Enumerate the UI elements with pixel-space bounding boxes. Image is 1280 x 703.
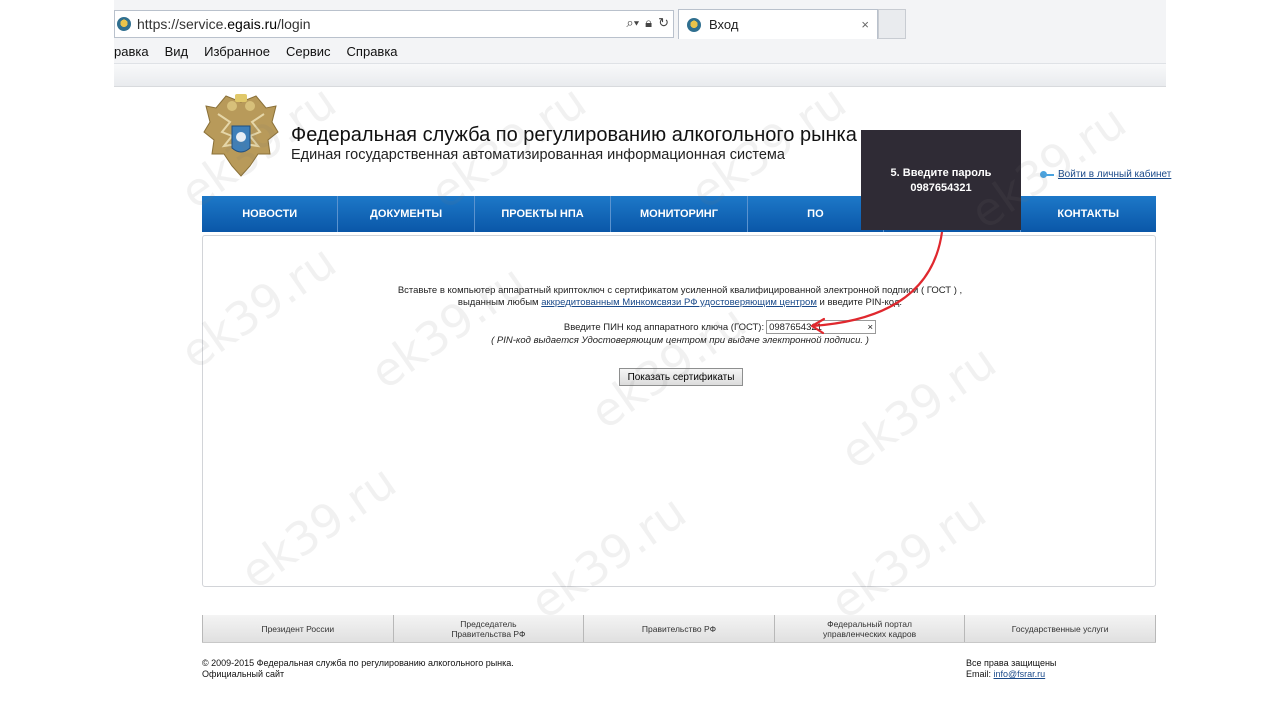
pin-input-value: 0987654321 bbox=[769, 321, 822, 333]
site-subtitle: Единая государственная автоматизированна… bbox=[291, 147, 785, 163]
refresh-icon[interactable]: ↻ bbox=[658, 15, 669, 31]
tab-favicon-icon bbox=[687, 17, 701, 32]
tab-title: Вход bbox=[709, 17, 739, 32]
site-title: Федеральная служба по регулированию алко… bbox=[291, 124, 861, 146]
footer-link-government[interactable]: Правительство РФ bbox=[584, 615, 775, 642]
menu-view[interactable]: Вид bbox=[165, 44, 189, 59]
callout-line-1: 5. Введите пароль bbox=[890, 167, 992, 179]
menu-edit[interactable]: равка bbox=[114, 44, 149, 59]
callout-line-2: 0987654321 bbox=[910, 182, 972, 194]
menu-bar: равка Вид Избранное Сервис Справка bbox=[114, 40, 1166, 62]
clear-input-icon[interactable]: × bbox=[868, 322, 874, 333]
address-bar[interactable]: https://service.egais.ru/login ⌕▾ 🔒︎ ↻ bbox=[114, 10, 674, 38]
browser-tab-login[interactable]: Вход × bbox=[678, 9, 878, 39]
coat-of-arms-emblem bbox=[203, 94, 279, 177]
footer-link-gosuslugi[interactable]: Государственные услуги bbox=[965, 615, 1156, 642]
accredited-centers-link[interactable]: аккредитованным Минкомсвязи РФ удостовер… bbox=[541, 297, 817, 308]
nav-documents[interactable]: ДОКУМЕНТЫ bbox=[338, 196, 475, 232]
address-bar-buttons: ⌕▾ 🔒︎ ↻ bbox=[626, 15, 669, 31]
nav-contacts[interactable]: КОНТАКТЫ bbox=[1021, 196, 1156, 232]
copyright: © 2009-2015 Федеральная служба по регули… bbox=[202, 658, 514, 679]
toolbar-strip bbox=[114, 63, 1166, 86]
personal-cabinet-link[interactable]: Войти в личный кабинет bbox=[1040, 169, 1171, 180]
footer-link-personnel-portal[interactable]: Федеральный портал управленческих кадров bbox=[775, 615, 966, 642]
personal-cabinet-link-text[interactable]: Войти в личный кабинет bbox=[1058, 169, 1171, 180]
key-icon bbox=[1040, 170, 1054, 179]
instructions-line-2: выданным любым аккредитованным Минкомсвя… bbox=[457, 297, 903, 308]
footer-links: Президент России Председатель Правительст… bbox=[202, 615, 1156, 643]
rights-reserved: Все права защищены Email: info@fsrar.ru bbox=[966, 658, 1057, 679]
menu-tools[interactable]: Сервис bbox=[286, 44, 331, 59]
pin-row: Введите ПИН код аппаратного ключа (ГОСТ)… bbox=[203, 320, 1157, 334]
url-text[interactable]: https://service.egais.ru/login bbox=[137, 16, 311, 32]
menu-help[interactable]: Справка bbox=[347, 44, 398, 59]
footer-link-chairman[interactable]: Председатель Правительства РФ bbox=[394, 615, 585, 642]
instructions-line-1: Вставьте в компьютер аппаратный криптокл… bbox=[397, 285, 963, 296]
nav-npa-projects[interactable]: ПРОЕКТЫ НПА bbox=[475, 196, 612, 232]
login-instructions: Вставьте в компьютер аппаратный криптокл… bbox=[203, 285, 1157, 309]
new-tab-button[interactable] bbox=[878, 9, 906, 39]
login-panel: Вставьте в компьютер аппаратный криптокл… bbox=[202, 235, 1156, 587]
nav-monitoring[interactable]: МОНИТОРИНГ bbox=[611, 196, 748, 232]
show-certificates-button[interactable]: Показать сертификаты bbox=[619, 368, 743, 386]
site-favicon-icon bbox=[117, 17, 131, 31]
email-link[interactable]: info@fsrar.ru bbox=[994, 669, 1046, 679]
lock-icon[interactable]: 🔒︎ bbox=[645, 15, 652, 31]
pin-input[interactable]: 0987654321 × bbox=[766, 320, 877, 334]
search-icon[interactable]: ⌕▾ bbox=[626, 15, 639, 31]
instruction-callout: 5. Введите пароль 0987654321 bbox=[861, 130, 1021, 230]
pin-hint: ( PIN-код выдается Удостоверяющим центро… bbox=[491, 335, 869, 346]
footer-link-president[interactable]: Президент России bbox=[202, 615, 394, 642]
browser-chrome: https://service.egais.ru/login ⌕▾ 🔒︎ ↻ В… bbox=[114, 0, 1166, 87]
tab-close-icon[interactable]: × bbox=[861, 17, 869, 32]
menu-favorites[interactable]: Избранное bbox=[204, 44, 270, 59]
pin-label: Введите ПИН код аппаратного ключа (ГОСТ)… bbox=[563, 321, 765, 333]
nav-news[interactable]: НОВОСТИ bbox=[202, 196, 339, 232]
